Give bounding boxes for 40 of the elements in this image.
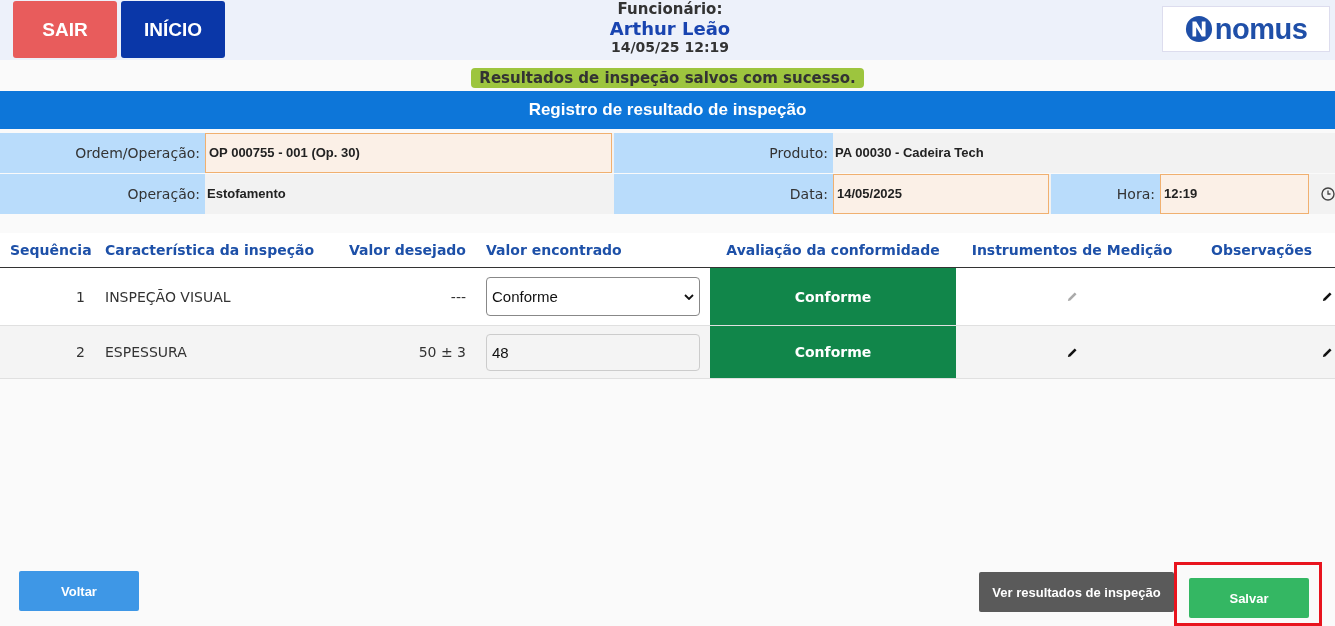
home-button[interactable]: INÍCIO — [121, 1, 225, 58]
table-cell-text: 50 ± 3 — [417, 343, 467, 362]
field-label: Produto: — [614, 133, 833, 173]
column-header: Sequência — [9, 241, 93, 260]
logo-icon — [1184, 15, 1213, 43]
column-header: Instrumentos de Medição — [970, 241, 1174, 260]
field-label: Data: — [614, 174, 833, 214]
value-input[interactable]: 48 — [486, 333, 700, 371]
pencil-icon[interactable] — [1322, 346, 1333, 358]
employee-name: Arthur Leão — [608, 19, 732, 38]
value-dropdown[interactable]: Conforme — [486, 277, 700, 316]
conformity-status: Conforme — [710, 268, 956, 325]
date-time: 14/05/25 12:19 — [609, 38, 731, 57]
view-results-button[interactable]: Ver resultados de inspeção — [979, 572, 1174, 612]
page-title: Registro de resultado de inspeção — [0, 91, 1335, 129]
date-field[interactable]: 14/05/2025 — [833, 174, 1049, 214]
operation-value: Estofamento — [206, 185, 287, 203]
success-message: Resultados de inspeção salvos com sucesso. — [471, 68, 864, 88]
table-cell-text: --- — [449, 287, 467, 307]
table-cell-text: 1 — [75, 287, 86, 307]
field-label: Operação: — [0, 174, 205, 214]
field-label: Hora: — [1051, 174, 1160, 214]
column-header: Característica da inspeção — [104, 241, 316, 260]
employee-label: Funcionário: — [616, 0, 724, 19]
pencil-icon[interactable] — [1322, 291, 1333, 302]
product-value: PA 00030 - Cadeira Tech — [834, 144, 985, 162]
caret-icon — [684, 293, 694, 300]
column-header: Avaliação da conformidade — [725, 241, 941, 260]
pencil-icon[interactable] — [1066, 346, 1078, 358]
conformity-status: Conforme — [710, 326, 956, 378]
table-cell-text: ESPESSURA — [104, 343, 188, 362]
table-cell-text: INSPEÇÃO VISUAL — [104, 287, 232, 307]
column-header: Valor encontrado — [485, 241, 623, 260]
table-cell-text: 2 — [75, 343, 86, 362]
order-field[interactable]: OP 000755 - 001 (Op. 30) — [205, 133, 612, 173]
column-header: Observações — [1210, 241, 1313, 260]
time-field[interactable]: 12:19 — [1160, 174, 1309, 214]
logo: nomus — [1162, 6, 1330, 52]
field-label: Ordem/Operação: — [0, 133, 205, 173]
column-header: Valor desejado — [348, 241, 467, 260]
